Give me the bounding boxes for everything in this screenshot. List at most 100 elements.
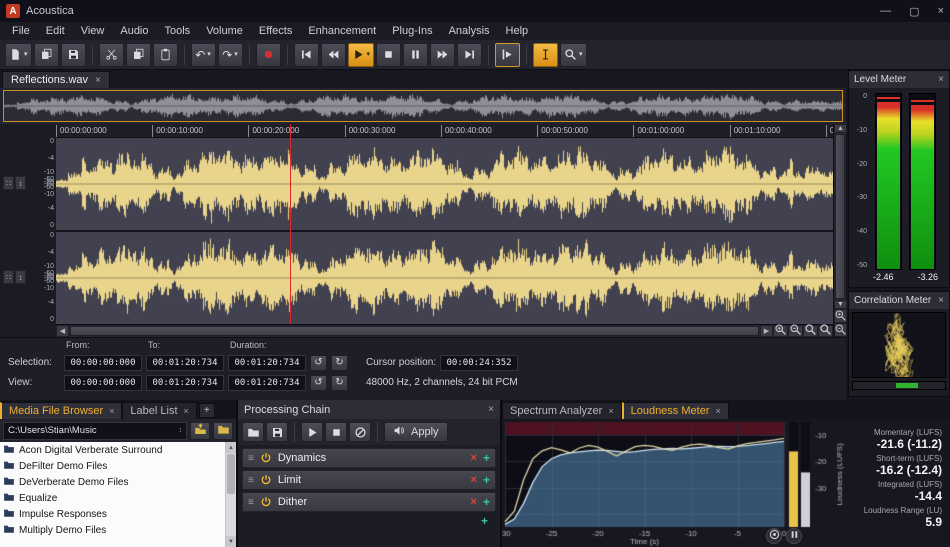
menu-item-analysis[interactable]: Analysis — [441, 22, 498, 40]
maximize-button[interactable]: ▢ — [909, 5, 919, 18]
media-scroll-thumb[interactable] — [227, 454, 235, 494]
media-folder-row[interactable]: Acon Digital Verberate Surround — [0, 442, 225, 458]
chain-stop-button[interactable] — [325, 422, 347, 442]
copy-button[interactable] — [126, 43, 151, 67]
add-effect-button[interactable]: + — [481, 514, 488, 528]
cursor-position-field[interactable]: 00:00:24:352 — [440, 355, 518, 371]
drag-handle-icon[interactable]: ≡ — [248, 497, 254, 508]
add-effect-icon[interactable]: + — [483, 473, 490, 487]
media-list-scrollbar[interactable]: ▲ ▼ — [225, 442, 236, 547]
media-folder-row[interactable]: DeFilter Demo Files — [0, 458, 225, 474]
remove-effect-icon[interactable]: × — [471, 496, 477, 508]
chain-play-button[interactable] — [301, 422, 323, 442]
horizontal-scroll-thumb[interactable] — [70, 326, 759, 336]
fast-forward-button[interactable] — [430, 43, 455, 67]
selection-to-field[interactable]: 00:01:20:734 — [146, 355, 224, 371]
vertical-scrollbar[interactable]: ▲ ▼ — [833, 124, 846, 337]
undo-button[interactable]: ↶▾ — [191, 43, 216, 67]
paste-button[interactable] — [153, 43, 178, 67]
selection-duration-field[interactable]: 00:01:20:734 — [228, 355, 306, 371]
level-meter-close-icon[interactable]: × — [938, 74, 944, 85]
save-button[interactable] — [61, 43, 86, 67]
minimize-button[interactable]: — — [880, 5, 891, 18]
stop-button[interactable] — [376, 43, 401, 67]
play-button[interactable]: ▾ — [348, 43, 375, 67]
selection-redo-button[interactable]: ↻ — [331, 355, 348, 371]
tab-loudness-meter[interactable]: Loudness Meter × — [622, 402, 729, 419]
scroll-up-icon[interactable]: ▲ — [834, 124, 847, 133]
close-button[interactable]: × — [938, 5, 944, 18]
record-button[interactable] — [256, 43, 281, 67]
menu-item-view[interactable]: View — [73, 22, 113, 40]
label-list-close-icon[interactable]: × — [184, 406, 189, 416]
tab-label-list[interactable]: Label List × — [122, 402, 196, 419]
selection-from-field[interactable]: 00:00:00:000 — [64, 355, 142, 371]
drag-handle-icon[interactable]: ≡ — [248, 453, 254, 464]
menu-item-plugins[interactable]: Plug-Ins — [384, 22, 440, 40]
channel2-grip-icon[interactable]: ∷ — [3, 270, 14, 284]
scroll-right-icon[interactable]: ▶ — [760, 325, 773, 337]
power-icon[interactable] — [260, 452, 272, 464]
chain-item-dynamics[interactable]: ≡Dynamics×+ — [242, 448, 496, 468]
goto-start-button[interactable] — [294, 43, 319, 67]
tab-spectrum-analyzer[interactable]: Spectrum Analyzer × — [502, 402, 622, 419]
channel1-grip-icon[interactable]: ∷ — [3, 176, 14, 190]
menu-item-file[interactable]: File — [4, 22, 38, 40]
chain-item-limit[interactable]: ≡Limit×+ — [242, 470, 496, 490]
media-scroll-up-icon[interactable]: ▲ — [226, 442, 236, 453]
vzoom-in-button[interactable] — [834, 309, 847, 323]
menu-item-tools[interactable]: Tools — [157, 22, 199, 40]
folder-up-button[interactable] — [190, 422, 210, 440]
browse-folder-button[interactable] — [213, 422, 233, 440]
waveform-channel-left[interactable] — [56, 138, 833, 230]
chain-save-button[interactable] — [266, 422, 288, 442]
goto-end-button[interactable] — [457, 43, 482, 67]
redo-button[interactable]: ↷▾ — [218, 43, 243, 67]
selection-tool-button[interactable] — [533, 43, 558, 67]
loudness-pause-button[interactable] — [786, 528, 802, 544]
power-icon[interactable] — [260, 496, 272, 508]
menu-item-effects[interactable]: Effects — [251, 22, 300, 40]
spectrum-tab-close-icon[interactable]: × — [608, 406, 613, 416]
rewind-button[interactable] — [321, 43, 346, 67]
timeline-ruler[interactable]: 00:00:00:00000:00:10:00000:00:20:00000:0… — [56, 124, 833, 138]
overview-selection-frame[interactable] — [3, 90, 843, 122]
new-file-button[interactable]: ▾ — [5, 43, 32, 67]
zoom-selection-button[interactable] — [803, 325, 818, 337]
vertical-scroll-thumb[interactable] — [835, 134, 845, 299]
channel1-resize-icon[interactable]: ↕ — [15, 176, 26, 190]
document-tab-close-icon[interactable]: × — [95, 75, 101, 86]
view-redo-button[interactable]: ↻ — [331, 375, 348, 391]
vzoom-out-button[interactable] — [834, 323, 847, 337]
pause-button[interactable] — [403, 43, 428, 67]
media-folder-row[interactable]: Multiply Demo Files — [0, 522, 225, 538]
menu-item-audio[interactable]: Audio — [112, 22, 156, 40]
loudness-reset-button[interactable] — [766, 528, 782, 544]
tab-media-file-browser[interactable]: Media File Browser × — [0, 402, 122, 419]
menu-item-edit[interactable]: Edit — [38, 22, 73, 40]
zoom-tool-button[interactable]: ▾ — [560, 43, 587, 67]
media-folder-row[interactable]: Impulse Responses — [0, 506, 225, 522]
correlation-meter-close-icon[interactable]: × — [938, 295, 944, 306]
menu-item-volume[interactable]: Volume — [198, 22, 251, 40]
processing-chain-close-icon[interactable]: × — [488, 404, 494, 415]
document-tab[interactable]: Reflections.wav × — [2, 71, 110, 88]
selection-undo-button[interactable]: ↺ — [310, 355, 327, 371]
view-from-field[interactable]: 00:00:00:000 — [64, 375, 142, 391]
open-file-button[interactable] — [34, 43, 59, 67]
add-tab-button[interactable]: + — [199, 403, 215, 418]
zoom-out-button[interactable] — [788, 325, 803, 337]
media-folder-row[interactable]: DeVerberate Demo Files — [0, 474, 225, 490]
media-scroll-down-icon[interactable]: ▼ — [226, 536, 236, 547]
channel2-resize-icon[interactable]: ↕ — [15, 270, 26, 284]
power-icon[interactable] — [260, 474, 272, 486]
waveform-channel-right[interactable] — [56, 232, 833, 324]
scroll-left-icon[interactable]: ◀ — [56, 325, 69, 337]
drag-handle-icon[interactable]: ≡ — [248, 475, 254, 486]
remove-effect-icon[interactable]: × — [471, 474, 477, 486]
cut-button[interactable] — [99, 43, 124, 67]
play-from-cursor-button[interactable] — [495, 43, 520, 67]
horizontal-scrollbar[interactable]: ◀ ▶ — [56, 324, 833, 337]
chain-open-button[interactable] — [242, 422, 264, 442]
remove-effect-icon[interactable]: × — [471, 452, 477, 464]
